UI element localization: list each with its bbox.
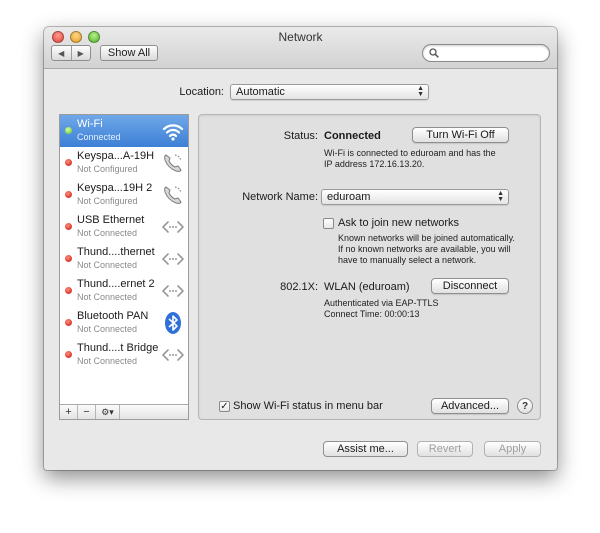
network-preferences-window: Network ◀ ▶ Show All Location: Automatic… — [44, 27, 557, 470]
show-wifi-status-label: Show Wi-Fi status in menu bar — [233, 400, 383, 412]
dot1x-label: 802.1X: — [280, 281, 318, 293]
status-dot-green — [65, 127, 72, 134]
status-dot-red — [65, 319, 72, 326]
service-name: Bluetooth PAN — [77, 310, 149, 322]
authentication-info: Authenticated via EAP-TTLS — [324, 298, 439, 308]
status-dot-red — [65, 255, 72, 262]
show-all-button[interactable]: Show All — [100, 45, 158, 61]
gear-menu-button[interactable]: ⚙▾ — [96, 405, 120, 419]
service-name: Thund....ernet 2 — [77, 278, 155, 290]
disconnect-button[interactable]: Disconnect — [431, 278, 509, 294]
service-detail-panel: Status: Connected Turn Wi-Fi Off Wi-Fi i… — [198, 114, 541, 420]
location-value: Automatic — [236, 86, 285, 98]
service-item-thunderbolt-bridge[interactable]: Thund....t Bridge Not Connected — [60, 339, 188, 371]
nav-back-forward: ◀ ▶ — [51, 45, 91, 61]
service-status: Not Connected — [77, 292, 138, 302]
status-dot-red — [65, 159, 72, 166]
service-name: Keyspa...19H 2 — [77, 182, 153, 194]
service-item-thunderbolt-ethernet[interactable]: Thund....thernet Not Connected — [60, 243, 188, 275]
status-dot-red — [65, 223, 72, 230]
service-list-toolbar: + − ⚙▾ — [60, 404, 188, 419]
service-item-usb-ethernet[interactable]: USB Ethernet Not Connected — [60, 211, 188, 243]
dot1x-value: WLAN (eduroam) — [324, 281, 410, 293]
service-item-keyspan-2[interactable]: Keyspa...19H 2 Not Configured — [60, 179, 188, 211]
status-label: Status: — [283, 130, 318, 142]
service-name: Thund....thernet — [77, 246, 155, 258]
network-name-value: eduroam — [327, 191, 371, 203]
phone-icon — [164, 186, 182, 204]
forward-button[interactable]: ▶ — [70, 46, 91, 60]
remove-service-button[interactable]: − — [78, 405, 96, 419]
service-list: Wi-Fi Connected Keyspa...A-19H Not Confi… — [59, 114, 189, 420]
service-status: Not Connected — [77, 228, 138, 238]
search-icon — [429, 48, 439, 58]
revert-button[interactable]: Revert — [417, 441, 473, 457]
advanced-button[interactable]: Advanced... — [431, 398, 509, 414]
connect-time: Connect Time: 00:00:13 — [324, 309, 420, 319]
ethernet-arrows-icon — [162, 285, 184, 297]
status-dot-red — [65, 287, 72, 294]
add-service-button[interactable]: + — [60, 405, 78, 419]
service-status: Not Connected — [77, 324, 138, 334]
ethernet-arrows-icon — [162, 221, 184, 233]
service-status: Not Connected — [77, 356, 138, 366]
popup-arrows-icon: ▲ ▼ — [417, 85, 424, 98]
status-description-line-2: IP address 172.16.13.20. — [324, 159, 425, 169]
service-item-bluetooth-pan[interactable]: Bluetooth PAN Not Connected — [60, 307, 188, 339]
service-name: USB Ethernet — [77, 214, 145, 226]
help-button[interactable]: ? — [517, 398, 533, 414]
service-status: Not Configured — [77, 164, 138, 174]
service-item-keyspan-1[interactable]: Keyspa...A-19H Not Configured — [60, 147, 188, 179]
titlebar: Network ◀ ▶ Show All — [44, 27, 557, 69]
assist-me-button[interactable]: Assist me... — [323, 441, 408, 457]
status-dot-red — [65, 191, 72, 198]
ask-description-line-2: If no known networks are available, you … — [338, 244, 511, 254]
service-name: Keyspa...A-19H — [77, 150, 155, 162]
popup-arrows-icon: ▲ ▼ — [497, 190, 504, 203]
service-status: Connected — [77, 132, 121, 142]
show-wifi-status-checkbox[interactable]: ✓ — [219, 401, 230, 412]
bluetooth-icon — [165, 312, 181, 334]
status-value: Connected — [324, 130, 381, 142]
wifi-icon — [162, 124, 184, 141]
network-name-label: Network Name: — [242, 191, 318, 203]
ask-description-line-3: have to manually select a network. — [338, 255, 477, 265]
ask-to-join-checkbox[interactable] — [323, 218, 334, 229]
turn-wifi-off-button[interactable]: Turn Wi-Fi Off — [412, 127, 509, 143]
service-status: Not Connected — [77, 260, 138, 270]
location-popup[interactable]: Automatic ▲ ▼ — [230, 84, 429, 100]
service-status: Not Configured — [77, 196, 138, 206]
ethernet-arrows-icon — [162, 349, 184, 361]
window-title: Network — [278, 30, 323, 44]
status-description-line-1: Wi-Fi is connected to eduroam and has th… — [324, 148, 496, 158]
ethernet-arrows-icon — [162, 253, 184, 265]
location-label: Location: — [179, 86, 224, 98]
service-item-wifi[interactable]: Wi-Fi Connected — [60, 115, 188, 147]
ask-description-line-1: Known networks will be joined automatica… — [338, 233, 515, 243]
status-dot-red — [65, 351, 72, 358]
service-name: Wi-Fi — [77, 118, 103, 130]
apply-button[interactable]: Apply — [484, 441, 541, 457]
phone-icon — [164, 154, 182, 172]
search-field[interactable] — [422, 44, 550, 62]
service-item-thunderbolt-ethernet-2[interactable]: Thund....ernet 2 Not Connected — [60, 275, 188, 307]
network-name-popup[interactable]: eduroam ▲ ▼ — [321, 189, 509, 205]
service-name: Thund....t Bridge — [77, 342, 159, 354]
ask-to-join-label: Ask to join new networks — [338, 217, 460, 229]
back-button[interactable]: ◀ — [52, 46, 71, 60]
